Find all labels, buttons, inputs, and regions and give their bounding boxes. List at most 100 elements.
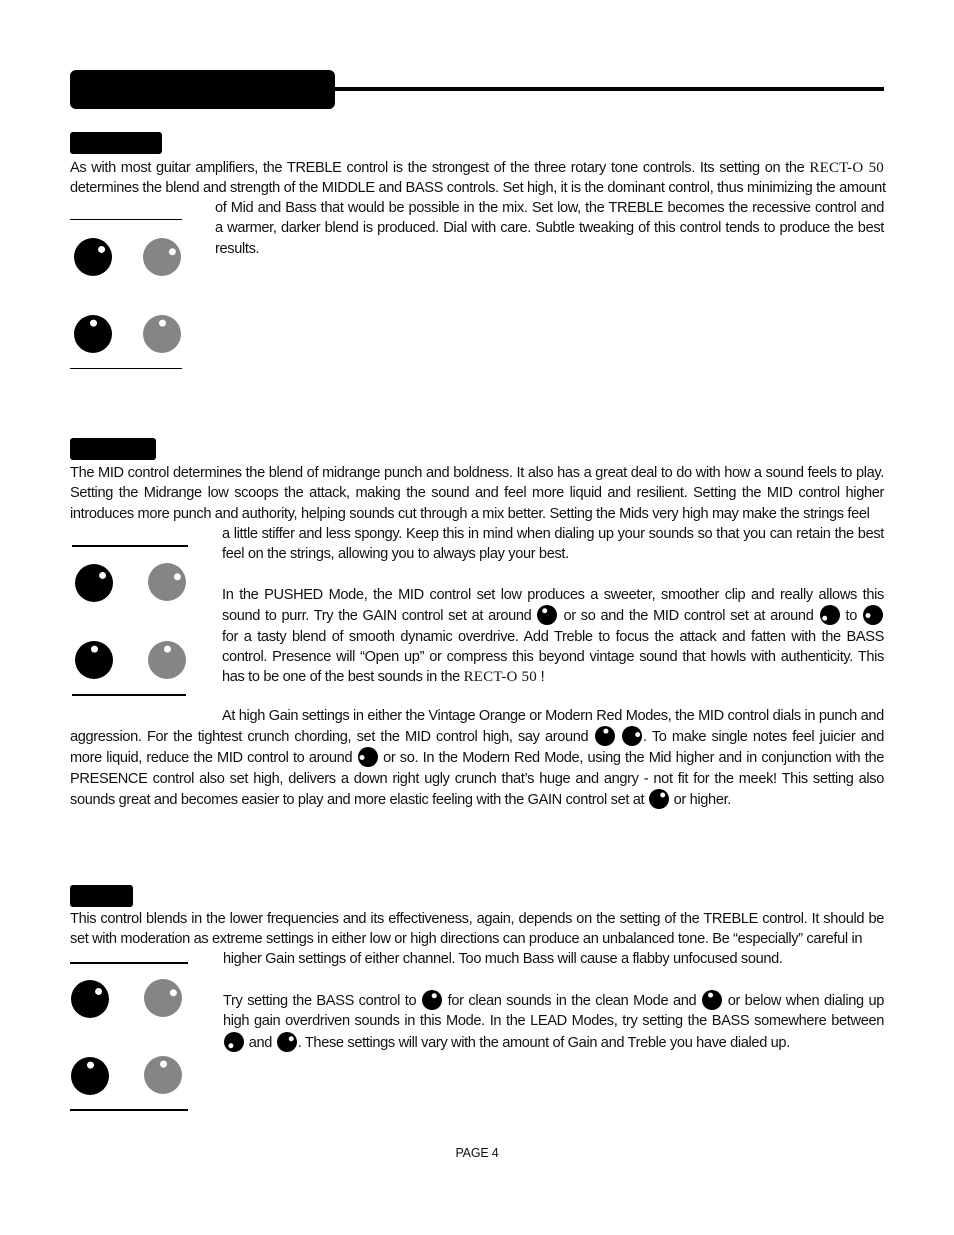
knob-black-icon (71, 1057, 109, 1095)
text-line: feel on the strings, allowing you to alw… (222, 544, 884, 564)
text-line: for a tasty blend of smooth dynamic over… (222, 627, 884, 647)
bass-diagram-top-rule (70, 962, 188, 964)
text-run: has to be one of the best sounds in the (222, 669, 464, 686)
knob-pointer-dot (168, 247, 176, 255)
text-run: The MID control determines the blend of … (70, 465, 884, 481)
knob-gray-icon (144, 1056, 182, 1094)
text-line: Try setting the BASS control to for clea… (223, 990, 884, 1011)
text-run: or higher. (669, 791, 732, 808)
knob-pointer-dot (97, 245, 105, 253)
knob-setting-icon (276, 1031, 297, 1052)
text-run: set with moderation as extreme settings … (70, 931, 863, 948)
section-header-tab (70, 70, 335, 109)
knob-setting-icon (594, 726, 615, 746)
knob-setting-icon (863, 605, 884, 626)
treble-paragraph-full: As with most guitar amplifiers, the TREB… (70, 158, 886, 199)
knob-gray-icon (148, 641, 186, 679)
text-run: higher Gain settings of either channel. … (223, 951, 783, 967)
bass-intro-indented: higher Gain settings of either channel. … (223, 949, 884, 969)
mid-diagram-bottom-rule (72, 694, 186, 696)
knob-setting-icon (421, 990, 442, 1010)
text-run: As with most guitar amplifiers, the TREB… (70, 160, 810, 176)
bass-intro-full: This control blends in the lower frequen… (70, 909, 884, 950)
knob-black-icon (74, 315, 112, 353)
mid-high-gain-first-line: At high Gain settings in either the Vint… (222, 706, 884, 726)
page-number: PAGE 4 (455, 1146, 499, 1160)
text-line: introduces more punch and authority, hel… (70, 504, 884, 524)
text-run: sounds great and becomes easier to play … (70, 791, 648, 808)
knob-pointer-dot (865, 612, 871, 618)
text-run: At high Gain settings in either the Vint… (222, 708, 884, 724)
text-line: set with moderation as extreme settings … (70, 929, 884, 949)
knob-pointer-dot (98, 571, 106, 579)
manual-page: As with most guitar amplifiers, the TREB… (0, 0, 954, 1235)
text-run: . These settings will vary with the amou… (297, 1034, 791, 1051)
text-run: . To make single notes feel juicier and (643, 729, 884, 745)
knob-black-icon (75, 564, 113, 602)
text-run: a little stiffer and less spongy. Keep t… (222, 526, 884, 542)
knob-setting-icon (819, 605, 840, 626)
knob-setting-icon (537, 605, 558, 626)
bass-diagram-bottom-rule (70, 1109, 188, 1111)
mid-high-gain-paragraph: aggression. For the tightest crunch chor… (70, 726, 884, 810)
knob-gray-icon (143, 315, 181, 353)
knob-black-icon (71, 980, 109, 1018)
header-rule (330, 87, 884, 91)
knob-setting-icon (701, 990, 722, 1010)
knob-pointer-dot (822, 615, 828, 621)
knob-pointer-dot (227, 1043, 233, 1049)
knob-pointer-dot (169, 988, 177, 996)
knob-setting-icon (648, 788, 669, 809)
text-run: results. (215, 240, 260, 257)
knob-pointer-dot (158, 319, 166, 327)
knob-pointer-dot (708, 992, 714, 998)
text-run: feel on the strings, allowing you to alw… (222, 546, 569, 563)
knob-pointer-dot (89, 319, 97, 327)
text-line: sound to purr. Try the GAIN control set … (222, 605, 884, 626)
text-line: of Mid and Bass that would be possible i… (215, 198, 884, 218)
text-line: aggression. For the tightest crunch chor… (70, 726, 884, 747)
text-run: Setting the Midrange low scoops the atta… (70, 485, 884, 502)
text-run: sound to purr. Try the GAIN control set … (222, 608, 537, 625)
brand-name: RECT-O 50 (463, 669, 537, 686)
text-run: aggression. For the tightest crunch chor… (70, 729, 594, 745)
text-run (616, 729, 621, 745)
text-line: determines the blend and strength of the… (70, 178, 886, 198)
text-run: a warmer, darker blend is produced. Dial… (215, 220, 884, 237)
text-line: Setting the Midrange low scoops the atta… (70, 483, 884, 503)
text-line: high gain overdriven sounds in this Mode… (223, 1011, 884, 1031)
mid-intro-full: The MID control determines the blend of … (70, 463, 884, 524)
knob-pointer-dot (542, 608, 548, 614)
knob-pointer-dot (94, 987, 102, 995)
knob-black-icon (74, 238, 112, 276)
text-line: higher Gain settings of either channel. … (223, 949, 884, 969)
text-run: Try setting the BASS control to (223, 993, 421, 1009)
text-line: results. (215, 239, 884, 259)
mid-pushed-paragraph: In the PUSHED Mode, the MID control set … (222, 585, 884, 687)
brand-name: RECT-O 50 (809, 160, 884, 176)
text-line: has to be one of the best sounds in the … (222, 667, 884, 687)
knob-black-icon (75, 641, 113, 679)
text-run: more liquid, reduce the MID control to a… (70, 750, 357, 767)
treble-diagram-top-rule (70, 219, 182, 220)
knob-setting-icon (224, 1031, 244, 1052)
mid-diagram-top-rule (72, 545, 188, 547)
knob-pointer-dot (359, 754, 365, 760)
text-line: control. Presence will “Open up” or comp… (222, 647, 884, 667)
bass-section-label (70, 885, 133, 907)
text-line: This control blends in the lower frequen… (70, 909, 884, 929)
knob-pointer-dot (173, 572, 181, 580)
text-run: introduces more punch and authority, hel… (70, 505, 870, 522)
text-line: a little stiffer and less spongy. Keep t… (222, 524, 884, 544)
text-run: and (245, 1034, 276, 1051)
text-line: In the PUSHED Mode, the MID control set … (222, 585, 884, 605)
text-line: The MID control determines the blend of … (70, 463, 884, 483)
text-run: In the PUSHED Mode, the MID control set … (222, 587, 884, 603)
text-run: high gain overdriven sounds in this Mode… (223, 1013, 884, 1030)
text-run: to (840, 608, 863, 625)
knob-pointer-dot (634, 731, 640, 737)
knob-pointer-dot (90, 645, 98, 653)
treble-diagram-bottom-rule (70, 368, 182, 369)
text-line: At high Gain settings in either the Vint… (222, 706, 884, 726)
bass-tips-paragraph: Try setting the BASS control to for clea… (223, 990, 884, 1053)
